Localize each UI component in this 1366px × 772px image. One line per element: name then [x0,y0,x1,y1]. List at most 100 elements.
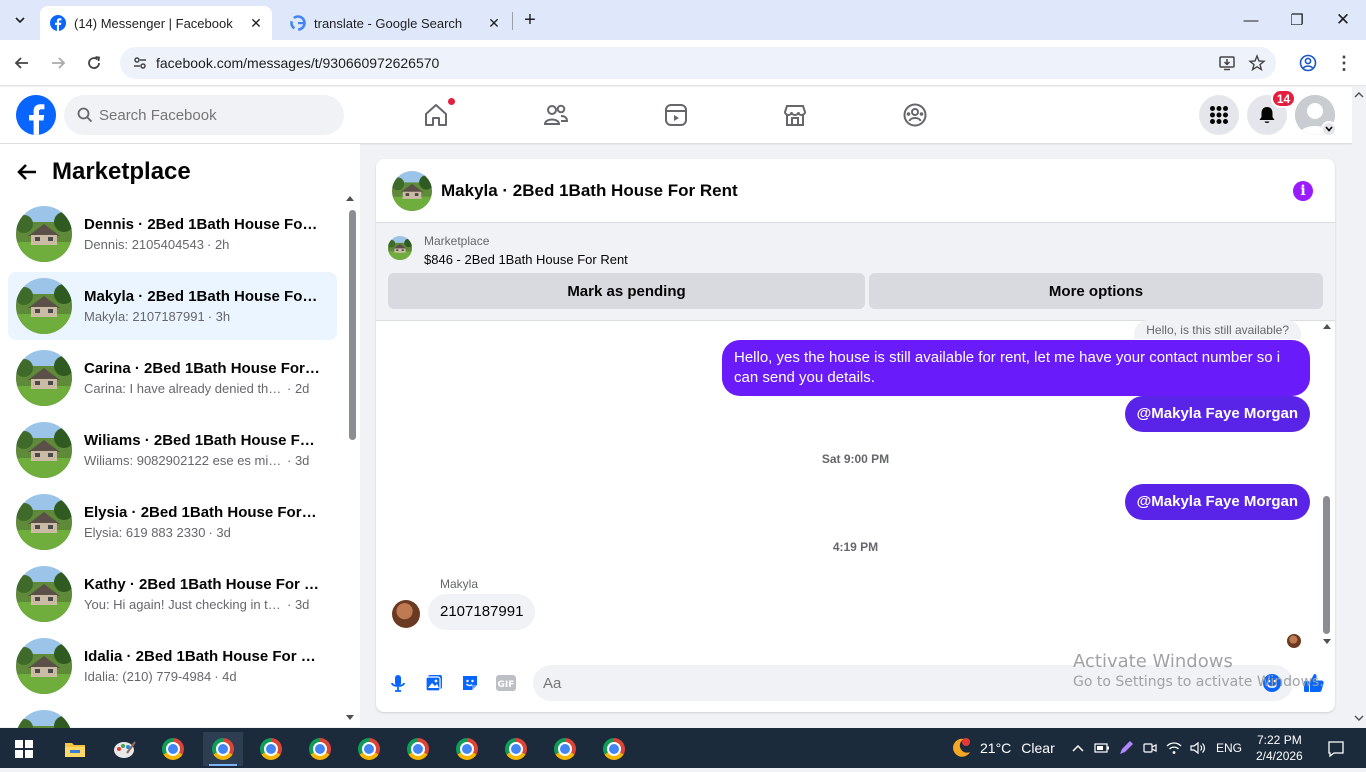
chrome-icon [212,738,234,760]
close-tab-icon[interactable]: ✕ [246,15,266,32]
restore-icon[interactable]: ❐ [1274,0,1320,40]
reload-icon[interactable] [82,51,106,75]
menu-button[interactable] [1199,95,1239,135]
browser-menu-icon[interactable]: ⋮ [1332,51,1356,75]
info-icon[interactable]: i [1293,181,1313,201]
chrome-taskbar-button[interactable] [349,732,389,766]
weather-moon-icon [950,737,972,759]
forward-icon[interactable] [46,51,70,75]
conversation-item[interactable]: Makyla · 2Bed 1Bath House For ... Makyla:… [8,272,337,340]
clock[interactable]: 7:22 PM 2/4/2026 [1256,728,1303,768]
conversation-item[interactable]: Dennis · 2Bed 1Bath House For R... Dennis… [8,200,337,268]
wifi-icon[interactable] [1166,741,1182,755]
chrome-icon [505,738,527,760]
groups-icon [902,102,928,128]
conversation-item[interactable]: Carina · 2Bed 1Bath House For R... Carina… [8,344,337,412]
facebook-search[interactable] [64,95,344,135]
tab-search-menu-icon[interactable] [8,8,32,32]
conversation-preview: Idalia: (210) 779-4984 [84,669,212,684]
conversation-time: · 3d [287,453,310,468]
facebook-logo[interactable] [16,95,56,135]
nav-groups[interactable] [860,87,970,143]
site-info-icon[interactable] [132,55,148,71]
chrome-taskbar-button[interactable] [398,732,438,766]
notification-center-button[interactable] [1316,732,1356,766]
browser-tab-strip: (14) Messenger | Facebook ✕ translate - … [0,0,1366,40]
tab-divider [512,12,513,30]
show-hidden-icons-icon[interactable] [1072,744,1084,752]
conversation-item[interactable]: Elysia · 2Bed 1Bath House For Re... Elysi… [8,488,337,556]
install-app-icon[interactable] [1218,54,1236,72]
language-indicator[interactable]: ENG [1216,741,1242,755]
conversation-preview: Makyla: 2107187991 [84,309,205,324]
chrome-icon [456,738,478,760]
conversation-name: Idalia · 2Bed 1Bath House For Re... [84,648,320,665]
microphone-icon[interactable] [386,671,410,695]
new-tab-icon[interactable]: + [518,8,542,32]
gif-icon[interactable]: GIF [494,671,518,695]
chrome-icon [358,738,380,760]
mark-as-pending-button[interactable]: Mark as pending [388,273,865,309]
nav-marketplace[interactable] [740,87,850,143]
minimize-icon[interactable]: — [1228,0,1274,40]
close-window-icon[interactable]: ✕ [1320,0,1366,40]
outgoing-mention[interactable]: @Makyla Faye Morgan [1124,396,1310,432]
sticker-icon[interactable] [458,671,482,695]
bookmark-star-icon[interactable] [1248,54,1266,72]
chrome-taskbar-button[interactable] [300,732,340,766]
account-chevron-icon[interactable] [1321,121,1337,137]
back-icon[interactable] [10,51,34,75]
chrome-taskbar-button[interactable] [594,732,634,766]
nav-home[interactable] [381,87,491,143]
listing-avatar[interactable] [392,170,432,211]
start-button[interactable] [4,732,44,766]
file-explorer-button[interactable] [55,732,95,766]
chrome-taskbar-button[interactable] [496,732,536,766]
conversation-preview: Wiliams: 9082902122 ese es mi nú... [84,453,284,468]
listing-thumbnail[interactable] [388,236,412,260]
chat-title[interactable]: Makyla · 2Bed 1Bath House For Rent [441,181,738,201]
meet-now-icon[interactable] [1142,740,1158,756]
outgoing-message[interactable]: Hello, yes the house is still available … [722,340,1310,396]
chrome-taskbar-button[interactable] [545,732,585,766]
pen-icon[interactable] [1118,740,1134,756]
sender-avatar[interactable] [392,600,420,628]
conversation-item[interactable]: Wiliams · 2Bed 1Bath House For ... Wiliam… [8,416,337,484]
close-tab-icon[interactable]: ✕ [484,15,504,32]
chat-scroll-thumb[interactable] [1323,496,1330,634]
weather-widget[interactable]: 21°C Clear [950,728,1055,768]
chrome-taskbar-button[interactable] [203,732,243,766]
chrome-taskbar-button[interactable] [251,732,291,766]
battery-icon[interactable] [1094,742,1110,754]
back-arrow-icon[interactable] [16,161,38,183]
nav-video[interactable] [621,87,731,143]
more-options-button[interactable]: More options [869,273,1323,309]
conversation-preview: Dennis: 2105404543 [84,237,204,252]
chrome-taskbar-button[interactable] [153,732,193,766]
conversation-preview: Carina: I have already denied the p... [84,381,284,396]
page-scrollbar[interactable] [1352,87,1366,728]
conversation-item[interactable]: Kathy · 2Bed 1Bath House For Re... You: H… [8,560,337,628]
sidebar-scroll-thumb[interactable] [349,210,356,440]
browser-tab-google[interactable]: translate - Google Search ✕ [280,6,510,40]
profile-icon[interactable] [1296,51,1320,75]
conversation-item[interactable]: Idalia · 2Bed 1Bath House For Re... Idali… [8,632,337,700]
watermark-subtitle: Go to Settings to activate Windows. [1073,674,1324,690]
incoming-message[interactable]: 2107187991 [428,594,536,630]
address-bar[interactable]: facebook.com/messages/t/930660972626570 [120,47,1276,79]
conversation-time: · 3h [207,309,231,324]
quoted-message[interactable]: Hello, is this still available? [1134,320,1301,339]
nav-friends[interactable] [501,87,611,143]
chrome-taskbar-button[interactable] [447,732,487,766]
conversation-avatar [16,206,72,262]
volume-icon[interactable] [1190,741,1206,755]
attach-photo-icon[interactable] [422,671,446,695]
conversation-name: Dennis · 2Bed 1Bath House For R... [84,216,320,233]
paint-app-button[interactable] [105,732,145,766]
chrome-icon [309,738,331,760]
listing-title[interactable]: $846 - 2Bed 1Bath House For Rent [424,252,628,267]
search-input[interactable] [99,106,319,124]
google-favicon-icon [290,15,306,31]
browser-tab-messenger[interactable]: (14) Messenger | Facebook ✕ [40,6,272,40]
outgoing-mention[interactable]: @Makyla Faye Morgan [1124,484,1310,520]
